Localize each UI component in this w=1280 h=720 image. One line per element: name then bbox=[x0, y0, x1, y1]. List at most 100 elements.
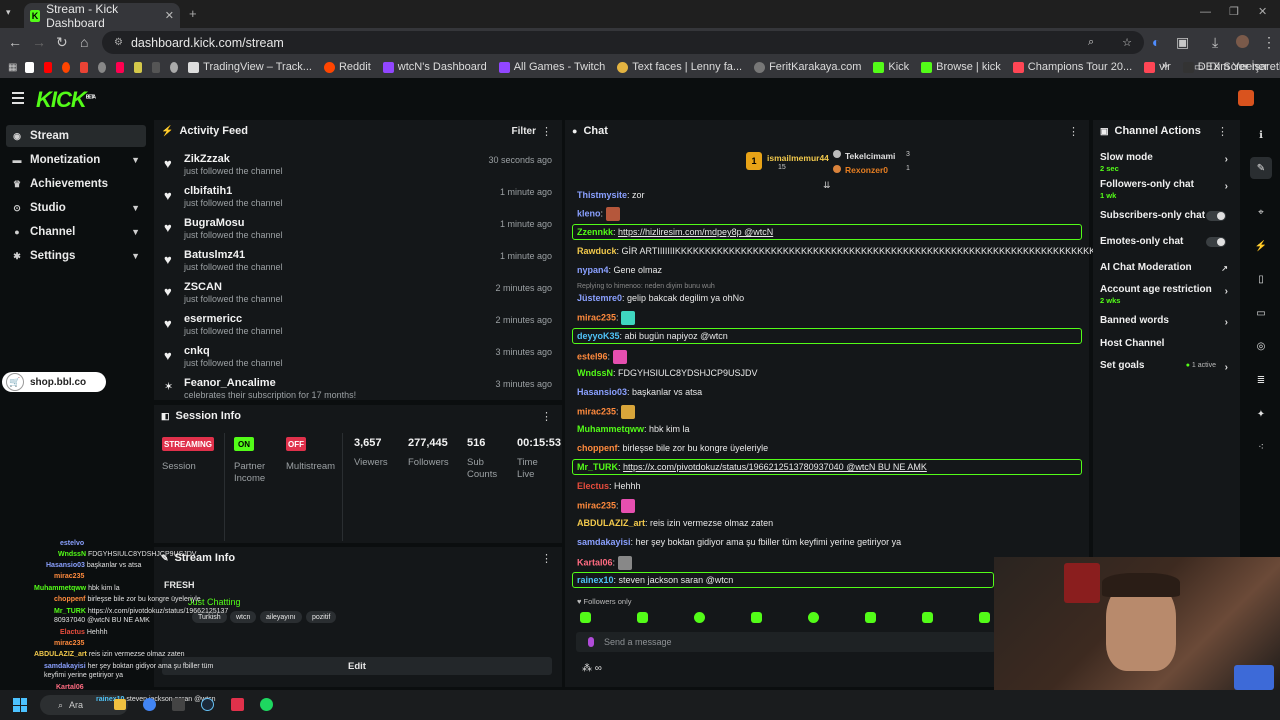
bookmark-ferit[interactable]: FeritKarakaya.com bbox=[754, 61, 861, 73]
back-icon[interactable]: ← bbox=[8, 34, 22, 50]
all-bookmarks[interactable]: ▭Tüm Yer İşaretleri bbox=[1194, 61, 1280, 73]
gmail-bookmark-icon[interactable] bbox=[79, 61, 88, 73]
steam-icon[interactable] bbox=[201, 698, 214, 711]
youtube-bookmark-icon[interactable] bbox=[43, 61, 52, 73]
emotes-only-setting[interactable]: Emotes-only chat bbox=[1100, 236, 1230, 247]
bolt-icon[interactable]: ⚡ bbox=[1250, 235, 1272, 257]
broadcast-icon[interactable]: ◎ bbox=[1250, 335, 1272, 357]
sidebar-item-settings[interactable]: ✱ Settings ▼ bbox=[6, 245, 146, 267]
app-red-icon[interactable] bbox=[231, 698, 244, 711]
reddit-bookmark-icon[interactable] bbox=[61, 61, 70, 73]
bookmark-browse-kick[interactable]: Browse | kick bbox=[921, 61, 1001, 73]
bookmark-lenny[interactable]: Text faces | Lenny fa... bbox=[617, 61, 742, 73]
file-explorer-icon[interactable] bbox=[114, 699, 126, 710]
bookmark-champions[interactable]: Champions Tour 20... bbox=[1012, 61, 1132, 73]
maximize-icon[interactable]: ❐ bbox=[1229, 5, 1239, 18]
emote-button[interactable] bbox=[637, 612, 648, 623]
emote-button[interactable] bbox=[808, 612, 819, 623]
account-age-setting[interactable]: Account age restriction 2 wks › bbox=[1100, 284, 1230, 305]
filter-button[interactable]: Filter bbox=[512, 126, 536, 137]
extension-icon[interactable]: ◐ bbox=[1152, 34, 1160, 50]
top-gifter-name[interactable]: ismailmemur44 bbox=[767, 153, 829, 163]
emotes-only-toggle[interactable] bbox=[1206, 237, 1226, 247]
collapse-icon[interactable]: ⇊ bbox=[823, 180, 831, 191]
bookmark-kick[interactable]: Kick bbox=[873, 61, 909, 73]
extensions-puzzle-icon[interactable]: ▣ bbox=[1176, 34, 1189, 51]
bookmark-reddit[interactable]: Reddit bbox=[323, 61, 371, 73]
shop-link[interactable]: 🛒 shop.bbl.co bbox=[2, 372, 106, 392]
close-window-icon[interactable]: ✕ bbox=[1258, 5, 1267, 18]
sidebar-item-stream[interactable]: ◉ Stream bbox=[6, 125, 146, 147]
user-avatar[interactable] bbox=[1238, 90, 1254, 106]
info-icon[interactable]: ℹ bbox=[1250, 124, 1272, 146]
chrome-icon[interactable] bbox=[143, 698, 156, 711]
close-tab-icon[interactable]: ✕ bbox=[165, 9, 174, 22]
set-goals-setting[interactable]: Set goals ● 1 active › bbox=[1100, 360, 1230, 373]
target-icon[interactable]: ⌖ bbox=[1250, 201, 1272, 223]
browser-tab[interactable]: K Stream - Kick Dashboard ✕ bbox=[24, 2, 180, 30]
app-icon[interactable] bbox=[172, 698, 185, 711]
globe-bookmark-icon[interactable] bbox=[170, 61, 179, 73]
gifter-name[interactable]: Tekelcimami bbox=[845, 151, 895, 161]
apps-grid-icon[interactable]: ▦ bbox=[8, 62, 17, 73]
followers-only-setting[interactable]: Followers-only chat 1 wk › bbox=[1100, 179, 1230, 200]
settings-sparkle-icon[interactable]: ⁂ ∞ bbox=[582, 663, 602, 674]
emote-button[interactable] bbox=[979, 612, 990, 623]
game-bookmark-icon[interactable] bbox=[133, 61, 142, 73]
bookmark-tradingview[interactable]: TradingView – Track... bbox=[188, 61, 312, 73]
tab-list-icon[interactable]: ▾ bbox=[6, 7, 11, 18]
emote-button[interactable] bbox=[580, 612, 591, 623]
emote-button[interactable] bbox=[694, 612, 705, 623]
browser-menu-icon[interactable]: ⋮ bbox=[1262, 34, 1276, 51]
more-options-icon[interactable]: ⋮ bbox=[541, 552, 552, 565]
kick-logo[interactable]: KICKBETA bbox=[36, 87, 96, 113]
profile-avatar[interactable] bbox=[1236, 35, 1249, 48]
site-info-icon[interactable]: ⚙ bbox=[114, 37, 123, 48]
menu-hamburger-icon[interactable] bbox=[12, 92, 24, 107]
windows-start-icon[interactable] bbox=[13, 698, 27, 712]
bookmark-star-icon[interactable]: ☆ bbox=[1122, 36, 1132, 49]
web-bookmark-icon[interactable] bbox=[97, 61, 106, 73]
x-bookmark-icon[interactable] bbox=[25, 61, 34, 73]
more-options-icon[interactable]: ⋮ bbox=[541, 410, 552, 423]
file-icon[interactable]: ▯ bbox=[1250, 268, 1272, 290]
sidebar-item-studio[interactable]: ⊙ Studio ▼ bbox=[6, 197, 146, 219]
sidebar-item-achievements[interactable]: ♛ Achievements bbox=[6, 173, 146, 195]
address-input[interactable]: ⚙ dashboard.kick.com/stream ⌕ ☆ bbox=[102, 31, 1144, 54]
new-tab-icon[interactable]: + bbox=[189, 6, 197, 21]
zoom-icon[interactable]: ⌕ bbox=[1088, 36, 1094, 49]
chat-message-input[interactable]: Send a message bbox=[576, 632, 996, 652]
emote-button[interactable] bbox=[751, 612, 762, 623]
sidebar-item-monetization[interactable]: ▬ Monetization ▼ bbox=[6, 149, 146, 171]
doc-bookmark-icon[interactable] bbox=[152, 61, 161, 73]
download-icon[interactable]: ⤓ bbox=[1212, 34, 1218, 51]
edit-icon[interactable]: ✎ bbox=[1250, 157, 1272, 179]
more-options-icon[interactable]: ⋮ bbox=[541, 125, 552, 138]
subscribers-only-setting[interactable]: Subscribers-only chat bbox=[1100, 210, 1230, 221]
layers-icon[interactable]: ≣ bbox=[1250, 369, 1272, 391]
gifter-name[interactable]: Rexonzer0 bbox=[845, 165, 888, 175]
banned-words-setting[interactable]: Banned words › bbox=[1100, 315, 1230, 328]
chat-icon[interactable]: ▭ bbox=[1250, 302, 1272, 324]
wrench-icon[interactable]: ✦ bbox=[1250, 403, 1272, 425]
minimize-icon[interactable]: — bbox=[1200, 6, 1211, 18]
reload-icon[interactable]: ↻ bbox=[56, 34, 68, 51]
forward-icon[interactable]: → bbox=[32, 34, 46, 50]
emote-button[interactable] bbox=[922, 612, 933, 623]
users-icon[interactable]: ⁖ bbox=[1250, 436, 1272, 458]
sidebar-item-channel[interactable]: ● Channel ▼ bbox=[6, 221, 146, 243]
bookmark-dashboard[interactable]: wtcN's Dashboard bbox=[382, 61, 487, 73]
slow-mode-setting[interactable]: Slow mode 2 sec › bbox=[1100, 152, 1230, 173]
bookmark-twitch[interactable]: All Games - Twitch bbox=[498, 61, 605, 73]
spotify-icon[interactable] bbox=[260, 698, 273, 711]
more-options-icon[interactable]: ⋮ bbox=[1217, 125, 1228, 138]
ai-moderation-setting[interactable]: AI Chat Moderation ↗ bbox=[1100, 262, 1230, 273]
home-icon[interactable]: ⌂ bbox=[80, 34, 88, 50]
y-bookmark-icon[interactable] bbox=[115, 61, 124, 73]
subscribers-only-toggle[interactable] bbox=[1206, 211, 1226, 221]
more-options-icon[interactable]: ⋮ bbox=[1068, 125, 1079, 138]
more-bookmarks-icon[interactable]: » bbox=[1162, 60, 1168, 72]
host-channel-setting[interactable]: Host Channel bbox=[1100, 338, 1230, 349]
microphone-icon[interactable] bbox=[588, 637, 594, 647]
emote-button[interactable] bbox=[865, 612, 876, 623]
